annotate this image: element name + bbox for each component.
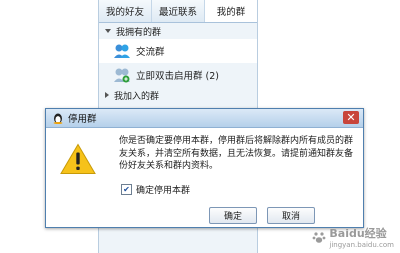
dialog-titlebar[interactable]: 停用群 ✕: [46, 109, 363, 128]
group-name: 交流群: [136, 47, 165, 58]
contacts-tabs: 我的好友 最近联系 我的群: [99, 0, 257, 23]
cancel-button[interactable]: 取消: [267, 207, 315, 224]
close-icon: ✕: [346, 111, 356, 124]
watermark-sub: jingyan.baidu.com: [329, 241, 394, 249]
qq-penguin-icon: [53, 113, 63, 124]
joined-groups-header[interactable]: 我加入的群: [99, 87, 257, 103]
collapse-arrow-icon: [105, 92, 109, 98]
owned-groups-label: 我拥有的群: [116, 27, 162, 38]
dialog-message: 你是否确定要停用本群，停用群后将解除群内所有成员的群友关系，并清空所有数据，且无…: [119, 136, 354, 171]
tab-recent-contacts[interactable]: 最近联系: [152, 0, 205, 22]
confirm-checkbox[interactable]: ✔: [121, 184, 132, 195]
baidu-paw-icon: [312, 232, 326, 243]
group-item-exchange[interactable]: 交流群: [99, 39, 257, 63]
confirm-checkbox-label: 确定停用本群: [136, 186, 191, 196]
disable-group-dialog: 停用群 ✕ 你是否确定要停用本群，停用群后将解除群内所有成员的群友关系，并清空所…: [45, 108, 364, 228]
checkmark-icon: ✔: [123, 184, 130, 194]
group-item-activate[interactable]: 立即双击启用群 (2): [99, 63, 257, 87]
watermark-text: Baidu经验: [329, 227, 387, 240]
expand-arrow-icon: [105, 29, 111, 33]
ok-button[interactable]: 确定: [209, 207, 257, 224]
close-button[interactable]: ✕: [343, 111, 359, 124]
joined-groups-label: 我加入的群: [114, 91, 160, 102]
group-avatar-icon: [114, 68, 130, 83]
group-name: 立即双击启用群 (2): [136, 71, 219, 82]
tab-my-groups[interactable]: 我的群: [205, 0, 257, 22]
tab-my-friends[interactable]: 我的好友: [99, 0, 152, 22]
owned-groups-header[interactable]: 我拥有的群: [99, 23, 257, 39]
group-avatar-icon: [114, 44, 130, 58]
warning-icon: [60, 143, 96, 174]
dialog-title: 停用群: [68, 114, 97, 125]
confirm-checkbox-row[interactable]: ✔ 确定停用本群: [121, 183, 190, 196]
baidu-watermark: Baidu经验 jingyan.baidu.com: [312, 225, 394, 249]
